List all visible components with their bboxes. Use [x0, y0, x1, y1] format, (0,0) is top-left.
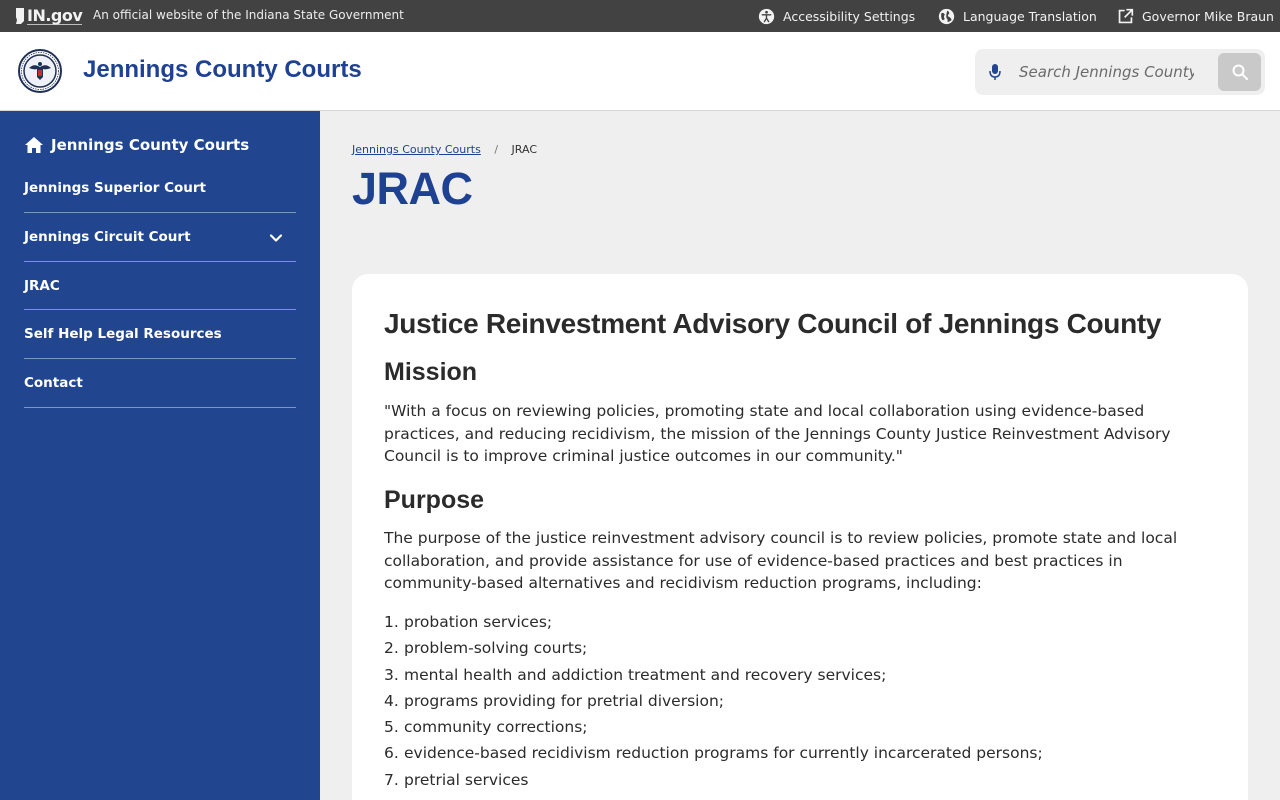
list-item-number: 6. [384, 744, 399, 763]
list-item: 2. problem-solving courts; [384, 635, 1214, 661]
council-heading: Justice Reinvestment Advisory Council of… [384, 308, 1162, 339]
official-website-text: An official website of the Indiana State… [93, 8, 404, 22]
sidebar-nav: Jennings County Courts Jennings Superior… [0, 111, 320, 800]
ingov-logo[interactable]: IN.gov [14, 6, 83, 26]
list-item: 3. mental health and addiction treatment … [384, 662, 1214, 688]
list-item: 7. pretrial services [384, 767, 1214, 793]
sidebar-item-jennings-superior-court[interactable]: Jennings Superior Court [24, 164, 296, 213]
content-card: Justice Reinvestment Advisory Council of… [352, 274, 1248, 800]
sidebar-home-link[interactable]: Jennings County Courts [24, 136, 249, 154]
list-item-text: programs providing for pretrial diversio… [404, 691, 725, 710]
sidebar-item-label: Self Help Legal Resources [24, 326, 222, 342]
list-item: 4. programs providing for pretrial divers… [384, 688, 1214, 714]
site-title[interactable]: Jennings County Courts [83, 56, 362, 84]
purpose-list: 1. probation services; 2. problem-solving … [384, 609, 1214, 793]
indiana-state-icon [16, 8, 24, 24]
list-item-text: mental health and addiction treatment an… [404, 665, 887, 684]
list-item-number: 2. [384, 639, 399, 658]
list-item-number: 4. [384, 691, 399, 710]
list-item-number: 3. [384, 665, 399, 684]
sidebar-item-label: Jennings Superior Court [24, 180, 207, 196]
microphone-icon[interactable] [987, 61, 1003, 83]
list-item: 5. community corrections; [384, 714, 1214, 740]
list-item-text: pretrial services [404, 770, 529, 789]
search-button[interactable] [1218, 53, 1261, 91]
governor-label: Governor Mike Braun [1142, 8, 1274, 24]
breadcrumb-separator: / [494, 143, 499, 156]
home-icon [25, 137, 43, 153]
list-item-text: community corrections; [404, 718, 588, 737]
breadcrumb: Jennings County Courts / JRAC [352, 143, 537, 156]
sidebar-item-jrac[interactable]: JRAC [24, 262, 296, 310]
search-input[interactable] [1019, 59, 1194, 85]
purpose-text: The purpose of the justice reinvestment … [384, 529, 1178, 592]
search-icon [1232, 64, 1248, 80]
mission-text: "With a focus on reviewing policies, pro… [384, 402, 1171, 465]
sidebar-home-label: Jennings County Courts [51, 136, 250, 154]
list-item-number: 5. [384, 718, 399, 737]
accessibility-settings-label: Accessibility Settings [783, 8, 916, 24]
chevron-down-icon[interactable] [268, 230, 284, 246]
accessibility-icon [758, 8, 775, 24]
list-item-number: 1. [384, 613, 399, 631]
breadcrumb-home-link[interactable]: Jennings County Courts [352, 143, 481, 156]
sidebar-item-label: Jennings Circuit Court [24, 229, 191, 245]
globe-icon [938, 8, 955, 24]
language-translation-label: Language Translation [963, 8, 1097, 24]
page-title: JRAC [352, 163, 473, 214]
list-item: 6. evidence-based recidivism reduction pr… [384, 740, 1214, 766]
list-item-number: 7. [384, 770, 399, 789]
governor-link[interactable]: Governor Mike Braun [1117, 6, 1274, 26]
sidebar-item-label: Contact [24, 375, 83, 391]
purpose-heading: Purpose [384, 486, 485, 514]
county-seal-icon[interactable] [18, 49, 62, 93]
list-item: 1. probation services; [384, 609, 1214, 635]
utility-bar: IN.gov An official website of the Indian… [0, 0, 1280, 32]
search-box [975, 49, 1265, 95]
sidebar-item-self-help-legal-resources[interactable]: Self Help Legal Resources [24, 310, 296, 359]
language-translation-link[interactable]: Language Translation [938, 6, 1097, 26]
external-link-icon [1118, 8, 1134, 23]
accessibility-settings-link[interactable]: Accessibility Settings [758, 6, 915, 26]
ingov-logo-text: IN.gov [27, 6, 83, 25]
site-header: Jennings County Courts [0, 32, 1280, 111]
list-item-text: probation services; [404, 613, 553, 631]
sidebar-item-jennings-circuit-court[interactable]: Jennings Circuit Court [24, 213, 296, 262]
breadcrumb-current: JRAC [511, 143, 538, 156]
mission-heading: Mission [384, 358, 478, 386]
list-item-text: problem-solving courts; [404, 639, 588, 658]
sidebar-item-contact[interactable]: Contact [24, 359, 296, 408]
sidebar-item-label: JRAC [24, 277, 60, 294]
list-item-text: evidence-based recidivism reduction prog… [404, 744, 1043, 763]
